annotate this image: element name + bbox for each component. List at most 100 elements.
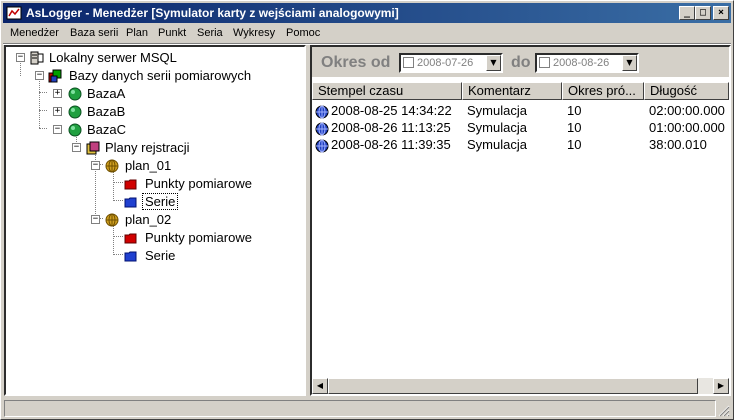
series-globe-icon [315,139,329,153]
minimize-icon: _ [683,7,691,18]
tree-item-plany[interactable]: − Plany rejstracji [6,140,304,156]
tree-item-bazab[interactable]: + BazaB [6,104,304,120]
menu-baza-serii[interactable]: Baza serii [70,27,118,39]
series-globe-icon [315,122,329,136]
blue-folder-icon [124,251,137,262]
tree-item-label: Bazy danych serii pomiarowych [69,68,252,83]
from-date-checkbox[interactable] [403,57,414,68]
menu-plan[interactable]: Plan [126,27,148,39]
folder-plans-icon [86,141,100,155]
to-date-picker[interactable]: 2008-08-26 ▼ [535,53,639,73]
collapse-icon[interactable]: − [16,53,25,62]
tree-item-server[interactable]: − Lokalny serwer MSQL [6,50,304,66]
tree-item-punkty-1[interactable]: Punkty pomiarowe [6,176,304,192]
tree-item-serie-1[interactable]: Serie [6,193,304,210]
chevron-down-icon[interactable]: ▼ [486,55,501,71]
database-green-icon [68,123,82,137]
cell-comment: Symulacja [467,103,527,118]
tree-item-plan01[interactable]: − plan_01 [6,158,304,174]
collapse-icon[interactable]: − [35,71,44,80]
cell-length: 01:00:00.000 [649,120,725,135]
status-bar [3,399,731,418]
tree-item-label: Punkty pomiarowe [145,230,252,245]
database-green-icon [68,87,82,101]
scroll-thumb[interactable] [328,378,698,394]
status-pane [4,400,716,417]
window-title: AsLogger - Menedżer [Symulator karty z w… [26,6,399,20]
tree-item-label: BazaB [87,104,126,119]
tree-item-label: Punkty pomiarowe [145,176,252,191]
collapse-icon[interactable]: − [72,143,81,152]
tree-item-label-selected: Serie [142,193,179,210]
date-filter-bar: Okres od 2008-07-26 ▼ do 2008-08-26 ▼ [312,47,729,77]
close-button[interactable]: × [713,6,729,20]
cell-comment: Symulacja [467,120,527,135]
table-row[interactable]: 2008-08-26 11:13:25 Symulacja 10 01:00:0… [312,120,729,137]
tree-item-serie-2[interactable]: Serie [6,248,304,264]
app-icon [6,6,22,20]
chevron-down-icon[interactable]: ▼ [622,55,637,71]
plan-globe-icon [105,159,119,173]
series-globe-icon [315,105,329,119]
cell-timestamp: 2008-08-26 11:13:25 [331,120,451,135]
collapse-icon[interactable]: − [91,215,100,224]
grid-header: Stempel czasu Komentarz Okres pró... Dłu… [312,82,729,100]
series-panel: Okres od 2008-07-26 ▼ do 2008-08-26 ▼ St… [310,45,731,396]
cell-length: 38:00.010 [649,137,707,152]
resize-grip-icon[interactable] [718,405,730,417]
tree-item-label: plan_02 [125,212,172,227]
red-folder-icon [124,179,137,190]
plan-globe-icon [105,213,119,227]
menu-pomoc[interactable]: Pomoc [286,27,320,39]
server-icon [30,51,44,65]
column-header-timestamp[interactable]: Stempel czasu [312,82,462,100]
collapse-icon[interactable]: − [53,125,62,134]
column-header-period[interactable]: Okres pró... [562,82,644,100]
cell-comment: Symulacja [467,137,527,152]
to-date-value: 2008-08-26 [553,57,610,69]
menu-seria[interactable]: Seria [197,27,223,39]
blue-folder-icon [124,197,137,208]
cell-period: 10 [567,137,582,152]
cell-timestamp: 2008-08-26 11:39:35 [331,137,451,152]
title-bar[interactable]: AsLogger - Menedżer [Symulator karty z w… [3,3,731,23]
maximize-button[interactable]: □ [695,6,711,20]
menu-punkt[interactable]: Punkt [158,27,186,39]
scroll-right-icon[interactable]: ▶ [713,378,729,394]
cell-period: 10 [567,103,582,118]
cell-timestamp: 2008-08-25 14:34:22 [331,103,452,118]
to-label: do [511,54,531,71]
to-date-checkbox[interactable] [539,57,550,68]
tree-item-label: BazaC [87,122,127,137]
menu-menedzer[interactable]: Menedżer [10,27,59,39]
tree-item-label: plan_01 [125,158,172,173]
tree-item-label: Plany rejstracji [105,140,190,155]
menu-bar: Menedżer Baza serii Plan Punkt Seria Wyk… [3,24,731,43]
cell-length: 02:00:00.000 [649,103,725,118]
cell-period: 10 [567,120,582,135]
horizontal-scrollbar[interactable]: ◀ ▶ [312,378,729,394]
menu-wykresy[interactable]: Wykresy [233,27,275,39]
table-row[interactable]: 2008-08-25 14:34:22 Symulacja 10 02:00:0… [312,103,729,120]
tree-item-plan02[interactable]: − plan_02 [6,212,304,228]
tree-item-bazaa[interactable]: + BazaA [6,86,304,102]
tree-item-databases[interactable]: − Bazy danych serii pomiarowych [6,68,304,84]
expand-icon[interactable]: + [53,89,62,98]
tree-panel[interactable]: − Lokalny serwer MSQL − Bazy danych seri… [4,45,306,396]
column-header-comment[interactable]: Komentarz [462,82,562,100]
collapse-icon[interactable]: − [91,161,100,170]
from-date-value: 2008-07-26 [417,57,474,69]
expand-icon[interactable]: + [53,107,62,116]
scroll-left-icon[interactable]: ◀ [312,378,328,394]
red-folder-icon [124,233,137,244]
tree-item-label: BazaA [87,86,126,101]
main-window: AsLogger - Menedżer [Symulator karty z w… [0,0,734,420]
tree-item-label: Serie [145,248,176,263]
tree-item-punkty-2[interactable]: Punkty pomiarowe [6,230,304,246]
minimize-button[interactable]: _ [679,6,695,20]
tree-item-bazac[interactable]: − BazaC [6,122,304,138]
database-green-icon [68,105,82,119]
table-row[interactable]: 2008-08-26 11:39:35 Symulacja 10 38:00.0… [312,137,729,154]
from-date-picker[interactable]: 2008-07-26 ▼ [399,53,503,73]
column-header-length[interactable]: Długość [644,82,729,100]
